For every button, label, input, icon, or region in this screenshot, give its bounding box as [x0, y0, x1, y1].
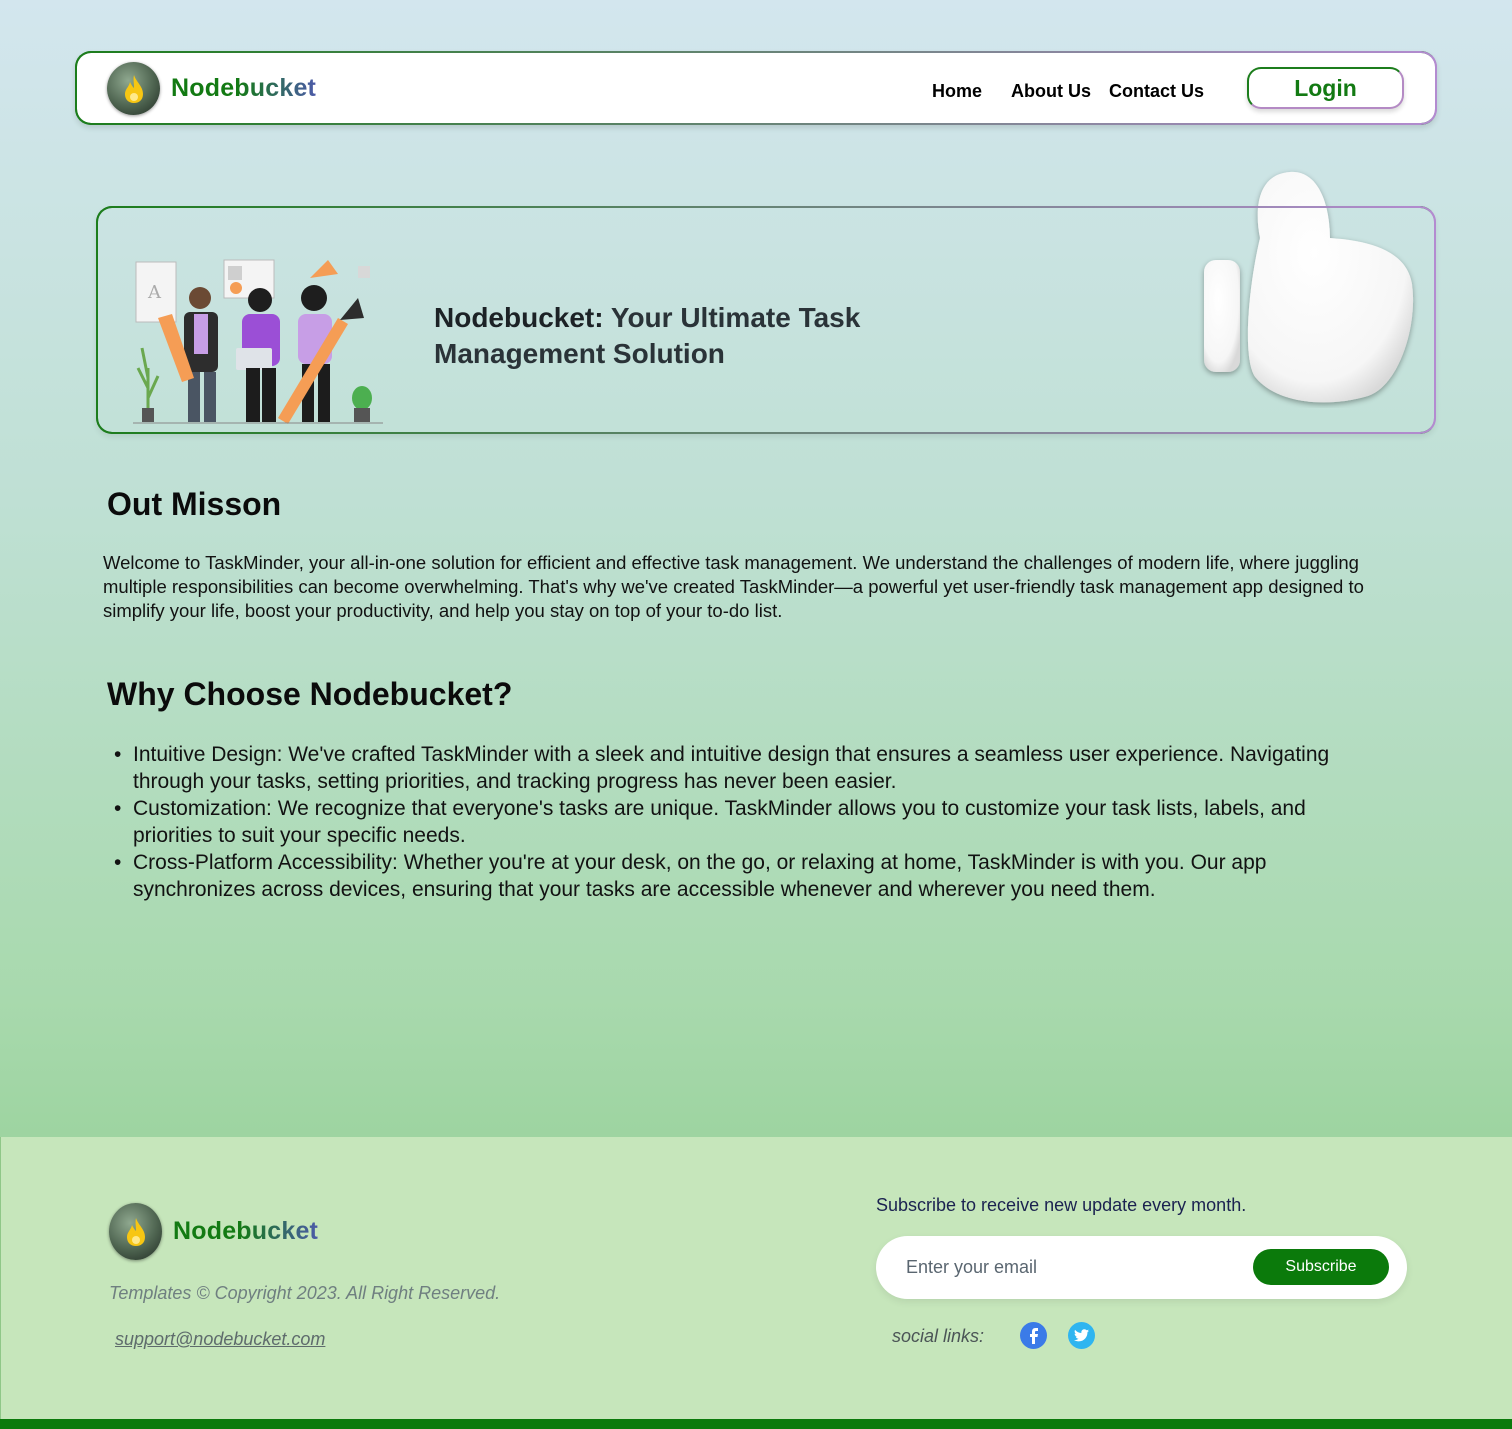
footer-brand-name: Nodebucket: [173, 1217, 319, 1245]
hero-banner: A Nodebucket: Your Ultimate Task Managem…: [96, 171, 1436, 434]
nav-about-link[interactable]: About Us: [1011, 81, 1091, 102]
subscribe-button[interactable]: Subscribe: [1253, 1249, 1389, 1285]
social-links-label: social links:: [892, 1326, 985, 1346]
hero-title-brand: Nodebucket:: [434, 302, 604, 333]
mission-heading: Out Misson: [107, 486, 282, 522]
svg-text:A: A: [147, 282, 162, 303]
thumbs-up-icon: [1204, 171, 1414, 403]
list-item: Cross-Platform Accessibility: Whether yo…: [114, 849, 1364, 903]
email-input[interactable]: [906, 1250, 1236, 1284]
footer-bottom-bar: [0, 1419, 1512, 1429]
list-item: Intuitive Design: We've crafted TaskMind…: [114, 741, 1364, 795]
copyright-text: Templates © Copyright 2023. All Right Re…: [109, 1283, 501, 1303]
login-button[interactable]: Login: [1247, 67, 1404, 109]
why-heading-brand: Nodebucket?: [309, 676, 513, 712]
flame-logo-icon: [109, 1203, 162, 1260]
nav-contact-link[interactable]: Contact Us: [1109, 81, 1204, 102]
subscribe-label: Subscribe to receive new update every mo…: [876, 1195, 1247, 1215]
site-header: Nodebucket Home About Us Contact Us Logi…: [75, 51, 1437, 125]
header-logo[interactable]: Nodebucket: [107, 62, 316, 115]
why-heading: Why Choose Nodebucket?: [107, 676, 512, 713]
list-item: Customization: We recognize that everyon…: [114, 795, 1364, 849]
facebook-icon[interactable]: [1020, 1322, 1047, 1349]
why-heading-prefix: Why Choose: [107, 676, 310, 712]
feature-list: Intuitive Design: We've crafted TaskMind…: [114, 741, 1364, 903]
twitter-icon[interactable]: [1068, 1322, 1095, 1349]
hero-title: Nodebucket: Your Ultimate Task Managemen…: [434, 300, 954, 372]
brand-name: Nodebucket: [171, 74, 317, 102]
team-illustration: A: [133, 259, 383, 424]
nav-home-link[interactable]: Home: [932, 81, 982, 102]
footer-logo[interactable]: Nodebucket: [109, 1203, 318, 1260]
flame-logo-icon: [107, 62, 160, 115]
mission-text: Welcome to TaskMinder, your all-in-one s…: [103, 552, 1364, 621]
subscribe-form: Subscribe: [876, 1236, 1407, 1299]
support-email-link[interactable]: support@nodebucket.com: [115, 1329, 325, 1350]
